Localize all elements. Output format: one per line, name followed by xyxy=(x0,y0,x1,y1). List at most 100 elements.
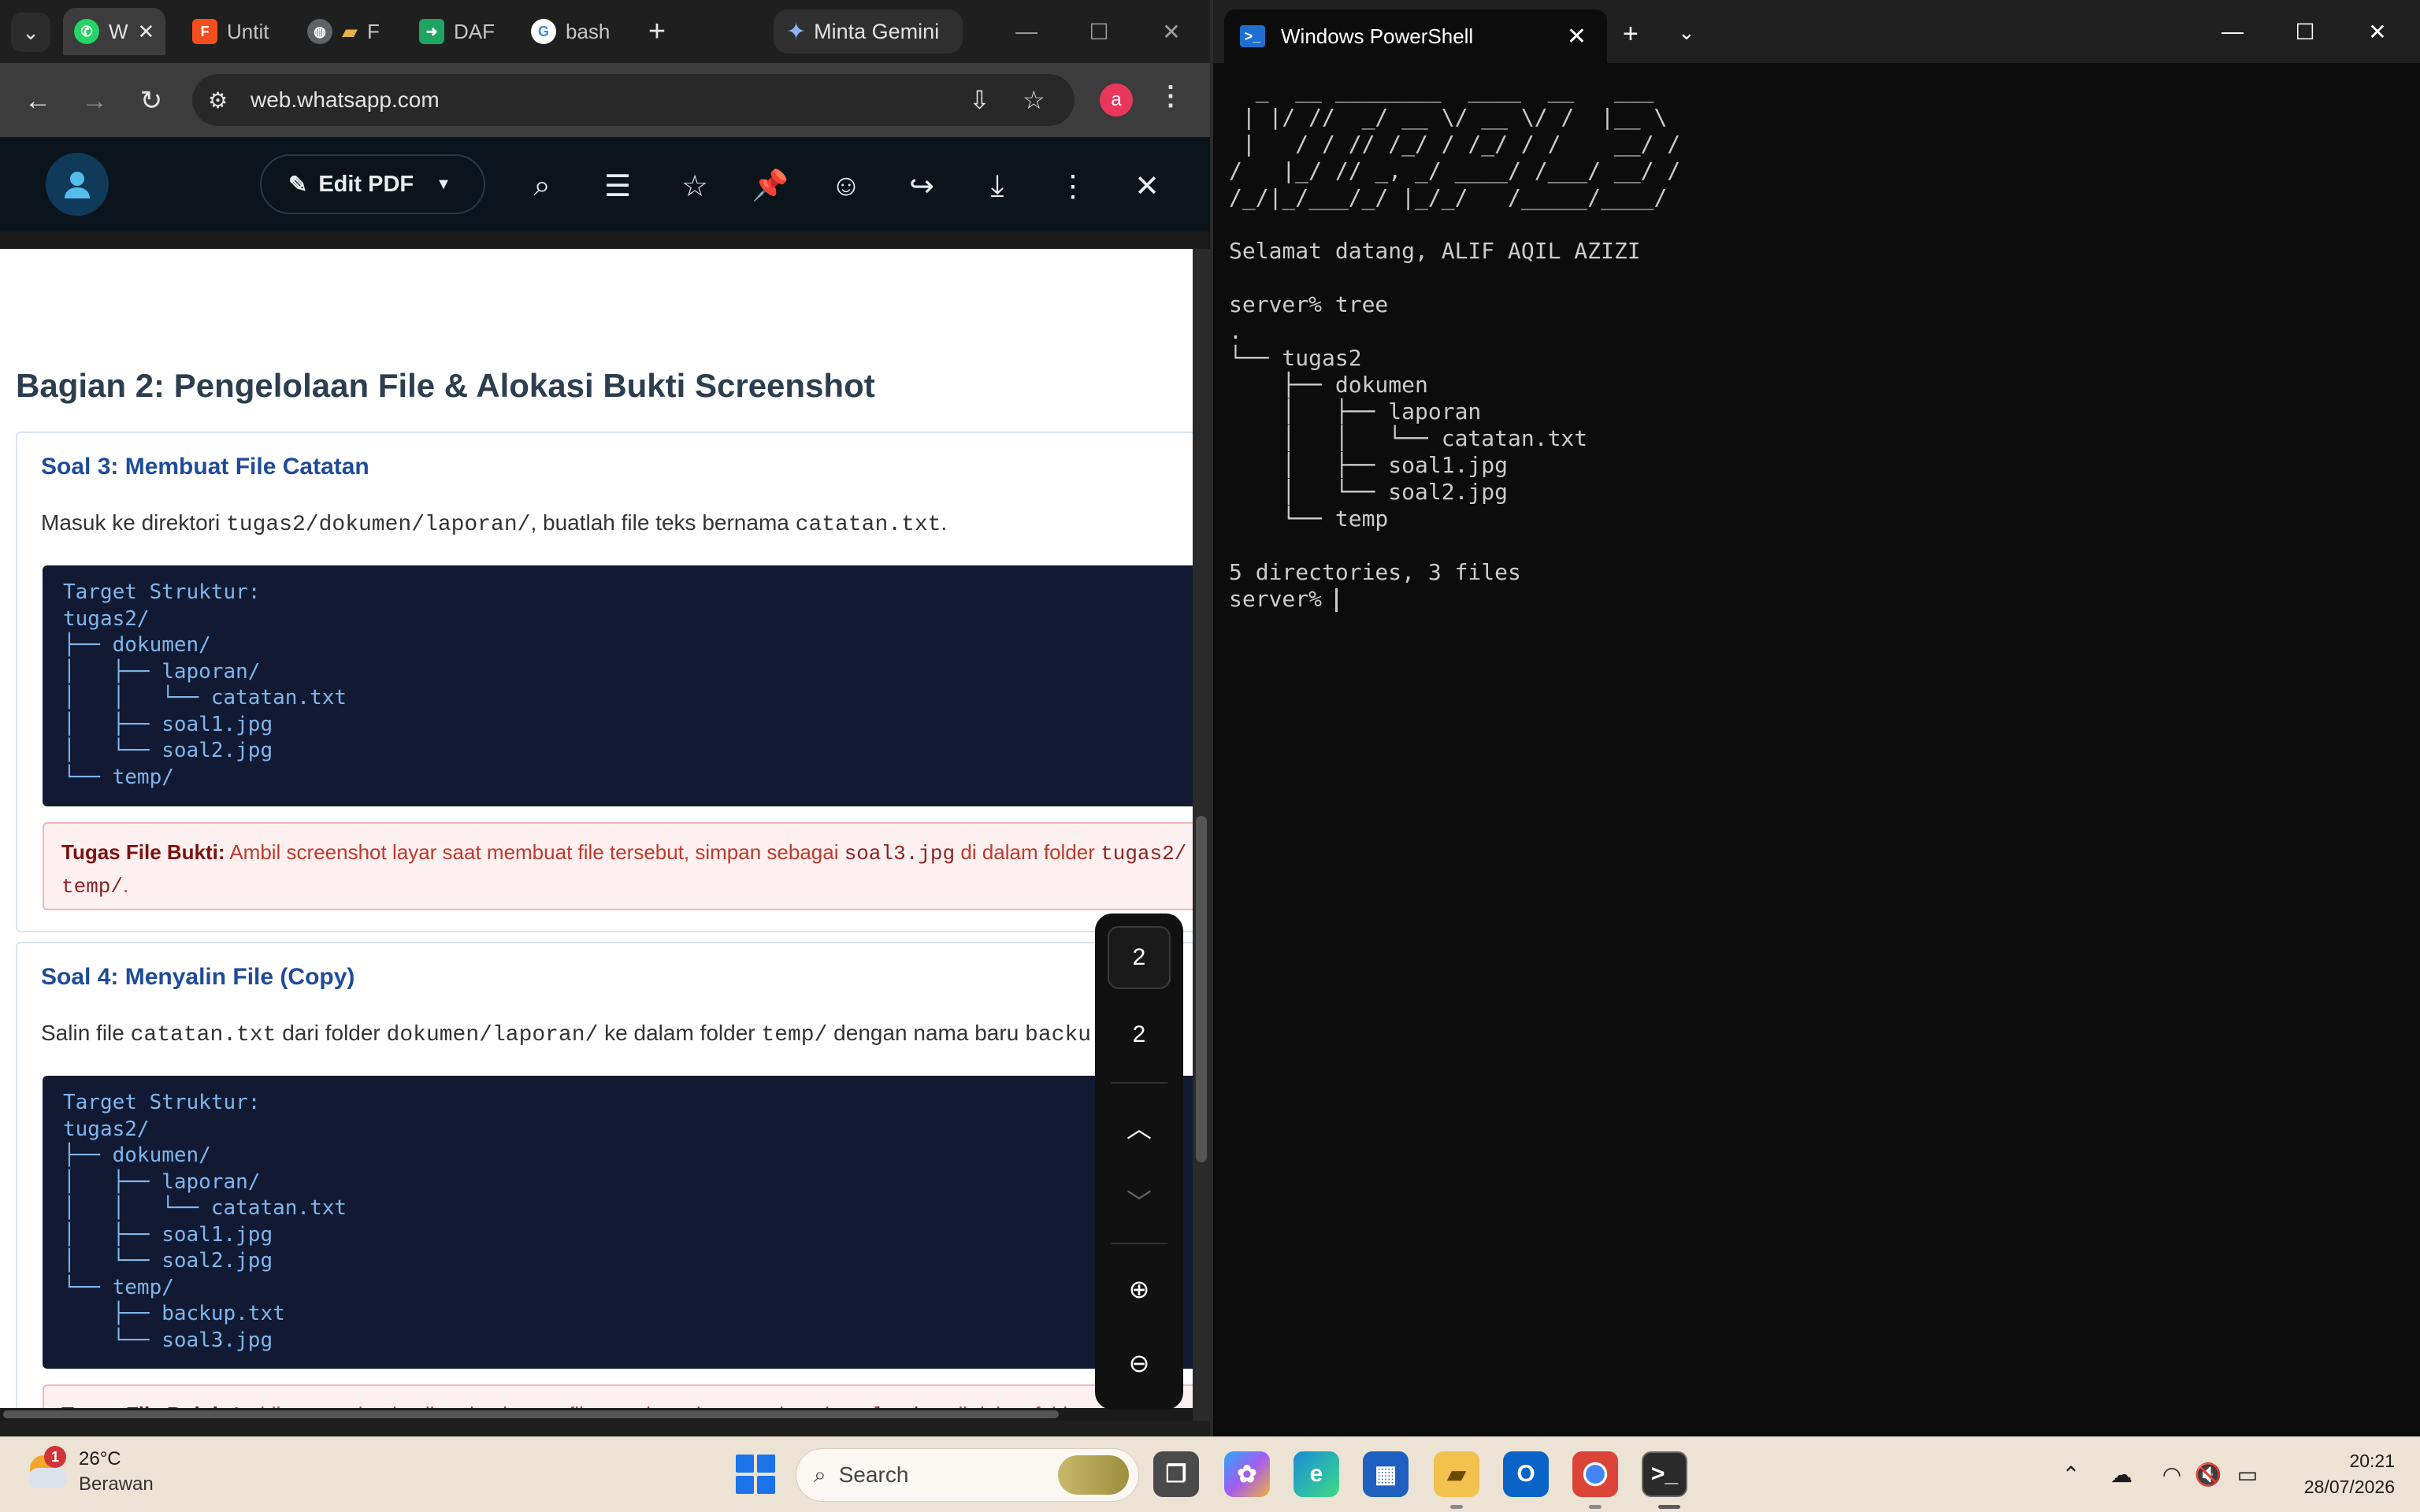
terminal-output[interactable]: _ __ ________ ____ __ ___ | |/ // _/ __ … xyxy=(1229,77,1680,613)
desc-code: backu xyxy=(1025,1023,1092,1047)
close-viewer-icon[interactable]: ✕ xyxy=(1126,165,1167,206)
edit-pdf-button[interactable]: ✎ Edit PDF ▼ xyxy=(260,154,485,214)
pin-icon[interactable]: 📌 xyxy=(750,165,791,206)
divider xyxy=(1111,1082,1167,1084)
scroll-thumb[interactable] xyxy=(1196,816,1207,1162)
chevron-down-icon: ⌄ xyxy=(22,20,39,44)
weather-widget[interactable]: 1 26°C Berawan xyxy=(25,1446,154,1497)
whatsapp-icon: ✆ xyxy=(74,19,99,44)
document-area[interactable]: Bagian 2: Pengelolaan File & Alokasi Buk… xyxy=(0,232,1210,1421)
scroll-thumb[interactable] xyxy=(3,1410,1059,1418)
desc-text: dari folder xyxy=(276,1021,387,1045)
more-options-icon[interactable]: ⋮ xyxy=(1052,165,1093,206)
battery-icon[interactable]: ▭ xyxy=(2229,1456,2266,1492)
tab-google[interactable]: G bash xyxy=(520,8,622,55)
download-icon[interactable]: ⤓ xyxy=(977,165,1018,206)
alert-code: tugas2/ xyxy=(1101,842,1187,865)
store-icon[interactable]: ▦ xyxy=(1363,1451,1409,1497)
bookmark-star-icon[interactable]: ☆ xyxy=(1023,85,1045,115)
terminal-icon[interactable]: >_ xyxy=(1642,1451,1687,1497)
message-icon[interactable]: ☰ xyxy=(597,165,638,206)
search-placeholder: Search xyxy=(838,1462,909,1487)
next-page-button[interactable]: ﹀ xyxy=(1108,1173,1171,1228)
arrow-left-icon: ← xyxy=(24,85,51,116)
tab-globe[interactable]: ◍ ▰ F xyxy=(296,8,391,55)
tab-sheets[interactable]: ➜ DAF xyxy=(408,8,503,55)
desc-code: catatan.txt xyxy=(795,513,941,537)
chevron-down-icon[interactable]: ⌄ xyxy=(1678,20,1695,45)
search-highlight-image xyxy=(1058,1455,1129,1495)
minimize-icon: — xyxy=(2221,19,2244,43)
horizontal-scrollbar[interactable] xyxy=(0,1408,1193,1421)
install-app-icon[interactable]: ⇩ xyxy=(969,85,990,115)
emoji-icon[interactable]: ☺ xyxy=(826,165,867,206)
chrome-icon[interactable] xyxy=(1572,1451,1618,1497)
soal4-description: Salin file catatan.txt dari folder dokum… xyxy=(41,1021,1091,1047)
edit-pdf-label: Edit PDF xyxy=(318,171,414,197)
close-icon[interactable]: ✕ xyxy=(138,20,155,44)
cloud-off-icon[interactable]: ☁ xyxy=(2103,1456,2140,1492)
start-button[interactable] xyxy=(736,1455,775,1494)
reload-button[interactable]: ↻ xyxy=(129,79,173,123)
site-settings-icon[interactable]: ⚙ xyxy=(208,87,239,113)
volume-muted-icon[interactable]: 🔇 xyxy=(2190,1456,2226,1492)
system-clock[interactable]: 20:21 28/07/2026 xyxy=(2285,1448,2395,1500)
soal4-title: Soal 4: Menyalin File (Copy) xyxy=(41,964,355,990)
address-bar[interactable]: ⚙ web.whatsapp.com ⇩ ☆ xyxy=(192,74,1075,126)
maximize-button[interactable]: ☐ xyxy=(1078,11,1120,52)
taskbar-search[interactable]: ⌕ Search xyxy=(796,1448,1139,1502)
desc-code: dokumen/laporan/ xyxy=(386,1023,599,1047)
running-indicator xyxy=(1450,1505,1463,1509)
profile-avatar[interactable]: a xyxy=(1100,83,1133,117)
forward-icon[interactable]: ↪ xyxy=(901,165,942,206)
edge-icon[interactable]: e xyxy=(1294,1451,1339,1497)
forward-button[interactable]: → xyxy=(72,79,117,123)
browser-menu-icon[interactable]: ⋮ xyxy=(1155,80,1186,112)
desc-text: dengan nama baru xyxy=(827,1021,1026,1045)
close-window-button[interactable]: ✕ xyxy=(2354,14,2401,49)
show-hidden-icons-icon[interactable]: ⌃ xyxy=(2053,1456,2089,1492)
task-view-icon[interactable]: ❐ xyxy=(1153,1451,1199,1497)
tab-search-button[interactable]: ⌄ xyxy=(11,13,50,52)
desc-text: , buatlah file teks bernama xyxy=(530,510,796,535)
desc-code: catatan.txt xyxy=(130,1023,277,1047)
close-window-button[interactable]: ✕ xyxy=(1150,11,1193,52)
new-terminal-tab-button[interactable]: + xyxy=(1623,19,1639,50)
running-indicator xyxy=(1658,1505,1680,1509)
vertical-scrollbar[interactable] xyxy=(1193,249,1210,1421)
tab-whatsapp[interactable]: ✆ W ✕ xyxy=(63,8,165,55)
file-explorer-icon[interactable]: ▰ xyxy=(1434,1451,1479,1497)
partly-cloudy-icon: 1 xyxy=(25,1446,68,1493)
maximize-icon: ☐ xyxy=(2295,19,2315,44)
maximize-button[interactable]: ☐ xyxy=(2281,14,2329,49)
zoom-in-button[interactable]: ⊕ xyxy=(1108,1262,1171,1317)
new-tab-button[interactable]: + xyxy=(640,14,674,49)
zoom-out-button[interactable]: ⊖ xyxy=(1108,1336,1171,1391)
folder-icon: ▰ xyxy=(342,19,358,43)
desc-code: tugas2/dokumen/laporan/ xyxy=(225,513,531,537)
back-button[interactable]: ← xyxy=(16,79,60,123)
desc-code: temp/ xyxy=(761,1023,828,1047)
copilot-icon[interactable]: ✿ xyxy=(1224,1451,1270,1497)
contact-avatar[interactable] xyxy=(46,153,109,216)
close-icon[interactable]: ✕ xyxy=(1567,23,1587,50)
gemini-button[interactable]: ✦ Minta Gemini xyxy=(774,9,963,54)
terminal-tab[interactable]: >_ Windows PowerShell ✕ xyxy=(1224,9,1607,63)
tab-figma[interactable]: F Untit xyxy=(181,8,276,55)
prev-page-button[interactable]: ︿ xyxy=(1108,1099,1171,1154)
minimize-button[interactable]: — xyxy=(1005,11,1048,52)
soal3-alert: Tugas File Bukti: Ambil screenshot layar… xyxy=(43,822,1193,910)
weather-temperature: 26°C xyxy=(79,1448,121,1469)
maximize-icon: ☐ xyxy=(1089,19,1109,44)
outlook-icon[interactable]: O xyxy=(1503,1451,1549,1497)
search-icon[interactable]: ⌕ xyxy=(521,165,562,206)
wifi-icon[interactable]: ◠ xyxy=(2154,1456,2190,1492)
star-icon[interactable]: ☆ xyxy=(674,165,715,206)
close-icon: ✕ xyxy=(1162,19,1181,44)
powershell-icon: >_ xyxy=(1240,25,1265,47)
person-icon xyxy=(65,172,90,198)
minimize-icon: — xyxy=(1015,19,1037,43)
current-page-field[interactable]: 2 xyxy=(1108,926,1171,989)
minimize-button[interactable]: — xyxy=(2209,14,2256,49)
tab-strip: ⌄ ✆ W ✕ F Untit ◍ ▰ F ➜ DAF G bash + ✦ M… xyxy=(0,0,1210,63)
